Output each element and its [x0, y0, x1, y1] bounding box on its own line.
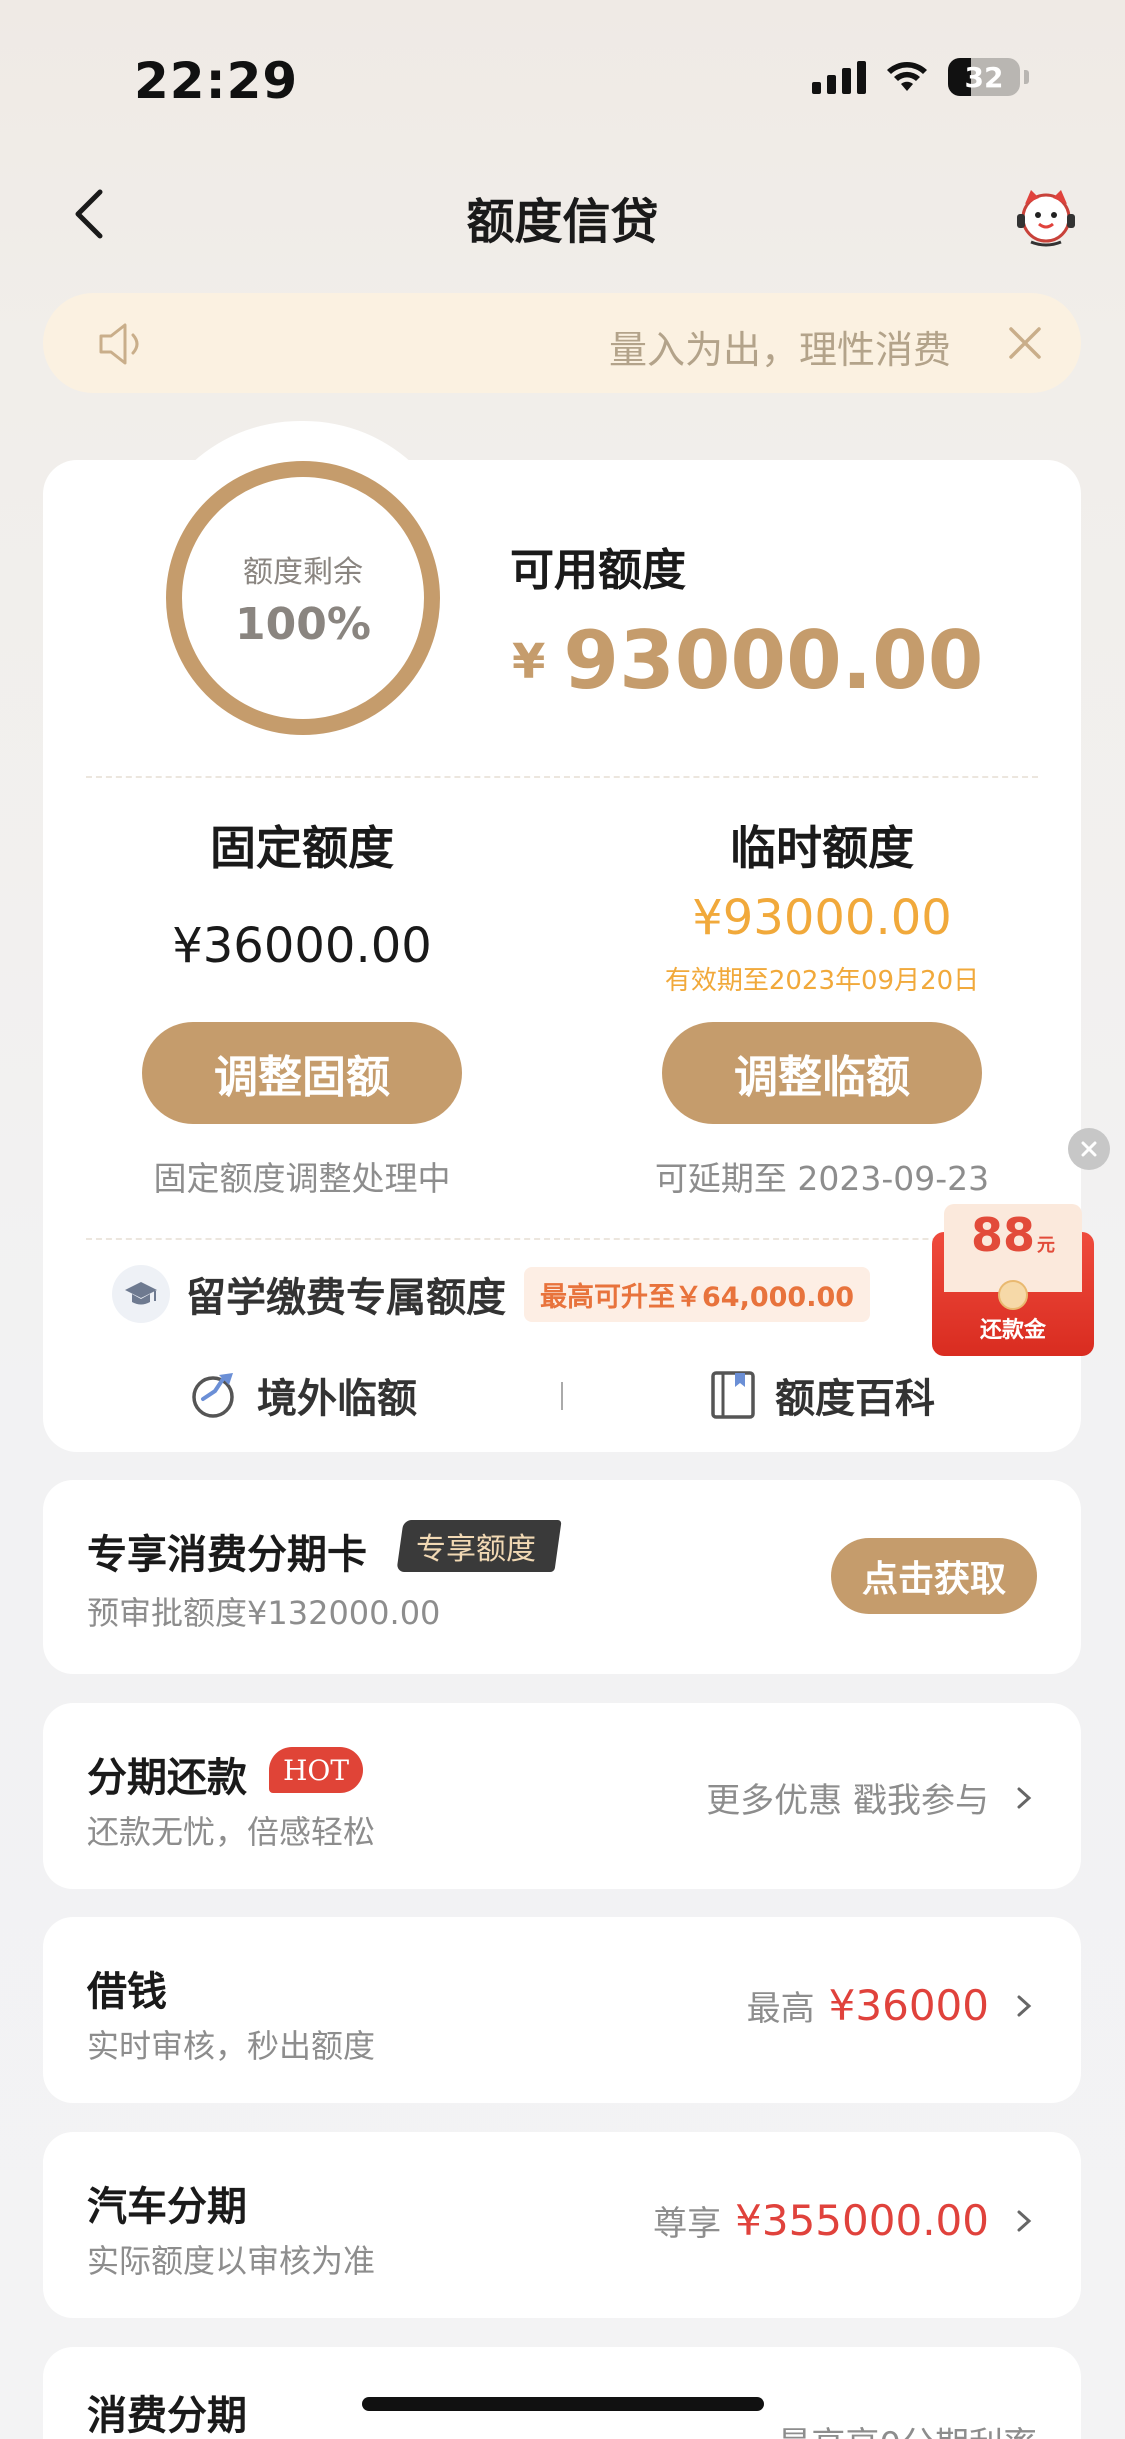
card-title: 专享消费分期卡 [87, 1532, 367, 1578]
hot-badge: HOT [269, 1747, 364, 1793]
close-icon [1081, 1141, 1097, 1157]
fixed-quota-note: 固定额度调整处理中 [153, 1159, 451, 1198]
quota-remaining-ring: 额度剩余 100% [166, 461, 440, 735]
installment-card-offer[interactable]: 专享消费分期卡 专享额度 预审批额度¥132000.00 点击获取 [43, 1480, 1081, 1674]
quota-wiki-link[interactable]: 额度百科 [709, 1360, 935, 1430]
consumer-installment-item[interactable]: 消费分期 最高享0分期利率 [43, 2347, 1081, 2439]
available-label: 可用额度 [510, 545, 686, 596]
card-right: 最高 ¥36000 [747, 1981, 1037, 2030]
floating-close-button[interactable] [1068, 1128, 1110, 1170]
card-subtitle: 预审批额度¥132000.00 [87, 1594, 441, 1632]
card-subtitle: 还款无忧，倍感轻松 [87, 1813, 376, 1851]
status-time: 22:29 [134, 52, 299, 110]
right-value: ¥36000 [828, 1981, 989, 2030]
temporary-quota-note: 可延期至 2023-09-23 [654, 1159, 990, 1198]
card-title: 分期还款 [87, 1755, 247, 1801]
status-bar: 22:29 32 [0, 0, 1125, 150]
nav-bar: 额度信贷 [0, 160, 1125, 270]
divider [86, 776, 1038, 778]
available-amount: ¥93000.00 [512, 614, 983, 707]
red-packet-unit: 元 [1037, 1235, 1055, 1256]
red-packet-label: 还款金 [979, 1318, 1046, 1343]
wifi-icon [887, 62, 927, 91]
chevron-right-icon [1017, 2210, 1032, 2231]
card-subtitle: 实际额度以审核为准 [87, 2242, 376, 2280]
battery-text: 32 [964, 60, 1004, 94]
borrow-item[interactable]: 借钱 实时审核，秒出额度 最高 ¥36000 [43, 1917, 1081, 2103]
temporary-quota-valid: 有效期至2023年09月20日 [664, 966, 980, 996]
exclusive-quota-tag: 专享额度 [396, 1520, 562, 1572]
repayment-red-packet[interactable]: 88 元 还款金 [932, 1204, 1094, 1356]
graduation-cap-icon [112, 1265, 170, 1323]
divider [86, 1238, 1038, 1240]
available-amount-value: 93000.00 [563, 614, 984, 707]
shortcut-label: 境外临额 [257, 1376, 417, 1422]
repay-installment-item[interactable]: 分期还款 HOT 还款无忧，倍感轻松 更多优惠 戳我参与 [43, 1703, 1081, 1889]
click-to-get-button[interactable]: 点击获取 [831, 1538, 1037, 1614]
fixed-quota-amount: ¥36000.00 [172, 918, 432, 974]
customer-service-mascot-icon[interactable] [1011, 182, 1081, 252]
card-right: 尊享 ¥355000.00 [653, 2196, 1037, 2245]
card-subtitle: 实时审核，秒出额度 [87, 2027, 376, 2065]
overseas-temp-quota-link[interactable]: 境外临额 [189, 1360, 417, 1430]
home-indicator [362, 2397, 764, 2411]
coin-icon [998, 1280, 1028, 1310]
notice-bar: 量入为出，理性消费 [43, 293, 1081, 393]
notice-text: 量入为出，理性消费 [608, 328, 951, 372]
ring-circle: 额度剩余 100% [166, 461, 440, 735]
card-title: 消费分期 [87, 2393, 247, 2439]
car-installment-item[interactable]: 汽车分期 实际额度以审核为准 尊享 ¥355000.00 [43, 2132, 1081, 2318]
study-abroad-title: 留学缴费专属额度 [186, 1275, 506, 1321]
promo-text: 更多优惠 戳我参与 [706, 1781, 989, 1821]
battery-icon: 32 [948, 58, 1020, 96]
study-abroad-badge: 最高可升至￥64,000.00 [524, 1266, 871, 1322]
temporary-quota-title: 临时额度 [730, 821, 914, 875]
shortcut-divider [561, 1382, 563, 1410]
card-right: 最高享0分期利率 [777, 2417, 1037, 2439]
right-label: 最高享0分期利率 [777, 2417, 1037, 2439]
red-packet-amount: 88 元 [944, 1208, 1082, 1262]
card-title: 借钱 [87, 1969, 167, 2015]
shortcut-row: 境外临额 额度百科 [43, 1360, 1081, 1430]
close-icon[interactable] [1005, 323, 1045, 363]
red-packet-amount-value: 88 [970, 1208, 1035, 1262]
chevron-right-icon [1017, 1787, 1032, 1808]
cellular-signal-icon [812, 60, 866, 94]
page: 22:29 32 额度信贷 量入为出，理性消费 额度剩余 100% 可用额度 ¥… [0, 0, 1125, 2439]
right-value: ¥355000.00 [735, 2196, 989, 2245]
currency-symbol: ¥ [512, 634, 546, 690]
right-label: 尊享 [653, 2204, 722, 2244]
shortcut-label: 额度百科 [775, 1376, 935, 1422]
ring-label: 额度剩余 [243, 554, 363, 590]
card-title: 汽车分期 [87, 2184, 247, 2230]
status-icons: 32 [812, 58, 1029, 96]
right-label: 最高 [746, 1989, 815, 2029]
adjust-temporary-button[interactable]: 调整临额 [662, 1022, 982, 1124]
book-icon [711, 1371, 755, 1419]
card-right: 更多优惠 戳我参与 [706, 1773, 1037, 1822]
globe-plane-icon [192, 1373, 234, 1418]
ring-value: 100% [235, 598, 371, 650]
temporary-quota-amount: ¥93000.00 [692, 890, 952, 946]
page-title: 额度信贷 [466, 194, 659, 250]
study-abroad-quota-row[interactable]: 留学缴费专属额度 最高可升至￥64,000.00 [112, 1262, 871, 1326]
red-packet-card: 88 元 [944, 1204, 1082, 1292]
exclusive-quota-tag-text: 专享额度 [416, 1532, 536, 1567]
battery-tip [1024, 70, 1029, 84]
fixed-quota-title: 固定额度 [210, 821, 394, 875]
chevron-right-icon [1017, 1995, 1032, 2016]
adjust-fixed-button[interactable]: 调整固额 [142, 1022, 462, 1124]
